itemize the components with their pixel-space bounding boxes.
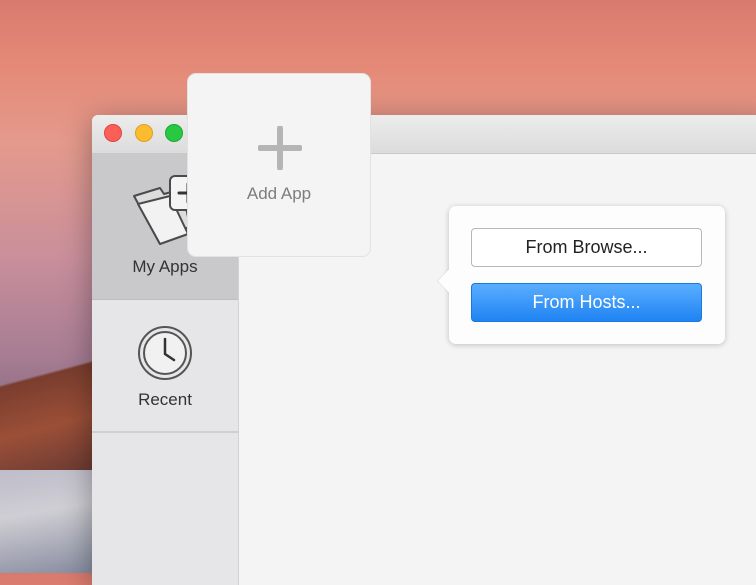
plus-icon — [258, 126, 302, 170]
sidebar-item-label: My Apps — [132, 257, 198, 276]
minimize-window-button[interactable] — [135, 124, 153, 142]
from-hosts-button[interactable]: From Hosts... — [471, 283, 702, 322]
clock-icon — [138, 326, 192, 380]
sidebar-item-label: Recent — [138, 390, 192, 409]
popover-arrow — [438, 268, 450, 294]
close-window-button[interactable] — [104, 124, 122, 142]
maximize-window-button[interactable] — [165, 124, 183, 142]
from-browse-button[interactable]: From Browse... — [471, 228, 702, 267]
sidebar-item-recent[interactable]: Recent — [92, 300, 238, 433]
add-app-card[interactable]: Add App — [187, 73, 371, 257]
add-app-label: Add App — [246, 184, 312, 203]
add-app-popover: From Browse... From Hosts... — [438, 206, 725, 344]
